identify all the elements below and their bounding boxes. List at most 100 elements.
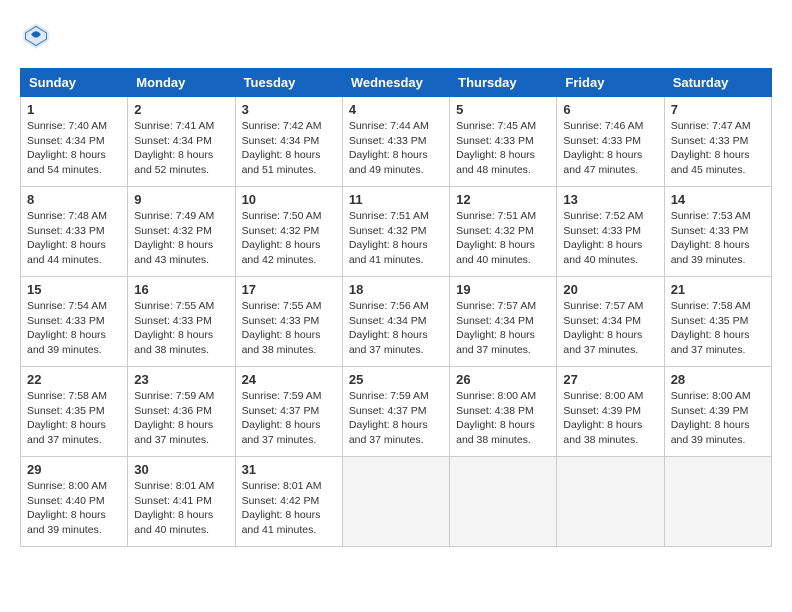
day-cell-7: 7 Sunrise: 7:47 AMSunset: 4:33 PMDaylight… — [664, 97, 771, 187]
day-number: 6 — [563, 102, 657, 117]
day-cell-11: 11 Sunrise: 7:51 AMSunset: 4:32 PMDayligh… — [342, 187, 449, 277]
day-info: Sunrise: 7:47 AMSunset: 4:33 PMDaylight:… — [671, 119, 765, 178]
day-info: Sunrise: 8:01 AMSunset: 4:41 PMDaylight:… — [134, 479, 228, 538]
col-tuesday: Tuesday — [235, 69, 342, 97]
day-cell-6: 6 Sunrise: 7:46 AMSunset: 4:33 PMDaylight… — [557, 97, 664, 187]
day-number: 24 — [242, 372, 336, 387]
day-cell-31: 31 Sunrise: 8:01 AMSunset: 4:42 PMDayligh… — [235, 457, 342, 547]
day-info: Sunrise: 7:57 AMSunset: 4:34 PMDaylight:… — [456, 299, 550, 358]
day-info: Sunrise: 7:41 AMSunset: 4:34 PMDaylight:… — [134, 119, 228, 178]
day-info: Sunrise: 7:49 AMSunset: 4:32 PMDaylight:… — [134, 209, 228, 268]
day-info: Sunrise: 7:56 AMSunset: 4:34 PMDaylight:… — [349, 299, 443, 358]
day-cell-30: 30 Sunrise: 8:01 AMSunset: 4:41 PMDayligh… — [128, 457, 235, 547]
day-cell-18: 18 Sunrise: 7:56 AMSunset: 4:34 PMDayligh… — [342, 277, 449, 367]
day-info: Sunrise: 8:00 AMSunset: 4:40 PMDaylight:… — [27, 479, 121, 538]
day-info: Sunrise: 7:45 AMSunset: 4:33 PMDaylight:… — [456, 119, 550, 178]
day-info: Sunrise: 7:48 AMSunset: 4:33 PMDaylight:… — [27, 209, 121, 268]
calendar-table: Sunday Monday Tuesday Wednesday Thursday… — [20, 68, 772, 547]
day-info: Sunrise: 7:59 AMSunset: 4:36 PMDaylight:… — [134, 389, 228, 448]
day-number: 13 — [563, 192, 657, 207]
calendar-week-row: 15Sunrise: 7:54 AMSunset: 4:33 PMDayligh… — [21, 277, 772, 367]
calendar-week-row: 8 Sunrise: 7:48 AMSunset: 4:33 PMDaylight… — [21, 187, 772, 277]
day-cell-19: 19 Sunrise: 7:57 AMSunset: 4:34 PMDayligh… — [450, 277, 557, 367]
day-info: Sunrise: 8:01 AMSunset: 4:42 PMDaylight:… — [242, 479, 336, 538]
day-cell-3: 3 Sunrise: 7:42 AMSunset: 4:34 PMDaylight… — [235, 97, 342, 187]
day-cell-2: 2 Sunrise: 7:41 AMSunset: 4:34 PMDaylight… — [128, 97, 235, 187]
day-info: Sunrise: 7:54 AMSunset: 4:33 PMDaylight:… — [27, 299, 121, 358]
day-info: Sunrise: 7:44 AMSunset: 4:33 PMDaylight:… — [349, 119, 443, 178]
day-info: Sunrise: 7:53 AMSunset: 4:33 PMDaylight:… — [671, 209, 765, 268]
day-cell-24: 24 Sunrise: 7:59 AMSunset: 4:37 PMDayligh… — [235, 367, 342, 457]
day-cell-12: 12 Sunrise: 7:51 AMSunset: 4:32 PMDayligh… — [450, 187, 557, 277]
day-number: 21 — [671, 282, 765, 297]
day-number: 31 — [242, 462, 336, 477]
day-info: Sunrise: 7:57 AMSunset: 4:34 PMDaylight:… — [563, 299, 657, 358]
day-cell-null — [557, 457, 664, 547]
day-cell-5: 5 Sunrise: 7:45 AMSunset: 4:33 PMDaylight… — [450, 97, 557, 187]
day-number: 9 — [134, 192, 228, 207]
day-info: Sunrise: 7:42 AMSunset: 4:34 PMDaylight:… — [242, 119, 336, 178]
day-cell-10: 10 Sunrise: 7:50 AMSunset: 4:32 PMDayligh… — [235, 187, 342, 277]
day-info: Sunrise: 7:58 AMSunset: 4:35 PMDaylight:… — [671, 299, 765, 358]
day-number: 30 — [134, 462, 228, 477]
day-info: Sunrise: 7:58 AMSunset: 4:35 PMDaylight:… — [27, 389, 121, 448]
day-cell-16: 16 Sunrise: 7:55 AMSunset: 4:33 PMDayligh… — [128, 277, 235, 367]
day-info: Sunrise: 7:46 AMSunset: 4:33 PMDaylight:… — [563, 119, 657, 178]
calendar-week-row: 1Sunrise: 7:40 AMSunset: 4:34 PMDaylight… — [21, 97, 772, 187]
logo — [20, 20, 56, 52]
col-saturday: Saturday — [664, 69, 771, 97]
day-number: 18 — [349, 282, 443, 297]
day-number: 2 — [134, 102, 228, 117]
day-info: Sunrise: 7:50 AMSunset: 4:32 PMDaylight:… — [242, 209, 336, 268]
col-thursday: Thursday — [450, 69, 557, 97]
day-number: 8 — [27, 192, 121, 207]
col-friday: Friday — [557, 69, 664, 97]
calendar-header-row: Sunday Monday Tuesday Wednesday Thursday… — [21, 69, 772, 97]
day-info: Sunrise: 7:59 AMSunset: 4:37 PMDaylight:… — [349, 389, 443, 448]
day-info: Sunrise: 8:00 AMSunset: 4:39 PMDaylight:… — [671, 389, 765, 448]
day-cell-25: 25Sunrise: 7:59 AMSunset: 4:37 PMDayligh… — [342, 367, 449, 457]
day-cell-9: 9 Sunrise: 7:49 AMSunset: 4:32 PMDaylight… — [128, 187, 235, 277]
day-number: 27 — [563, 372, 657, 387]
day-cell-null — [342, 457, 449, 547]
day-number: 19 — [456, 282, 550, 297]
day-number: 3 — [242, 102, 336, 117]
day-info: Sunrise: 7:51 AMSunset: 4:32 PMDaylight:… — [349, 209, 443, 268]
day-cell-17: 17 Sunrise: 7:55 AMSunset: 4:33 PMDayligh… — [235, 277, 342, 367]
day-number: 23 — [134, 372, 228, 387]
day-info: Sunrise: 8:00 AMSunset: 4:38 PMDaylight:… — [456, 389, 550, 448]
day-cell-1: 1Sunrise: 7:40 AMSunset: 4:34 PMDaylight… — [21, 97, 128, 187]
day-number: 17 — [242, 282, 336, 297]
day-number: 11 — [349, 192, 443, 207]
day-cell-28: 28Sunrise: 8:00 AMSunset: 4:39 PMDayligh… — [664, 367, 771, 457]
day-info: Sunrise: 7:51 AMSunset: 4:32 PMDaylight:… — [456, 209, 550, 268]
day-cell-29: 29Sunrise: 8:00 AMSunset: 4:40 PMDayligh… — [21, 457, 128, 547]
day-cell-20: 20 Sunrise: 7:57 AMSunset: 4:34 PMDayligh… — [557, 277, 664, 367]
day-number: 4 — [349, 102, 443, 117]
day-info: Sunrise: 7:55 AMSunset: 4:33 PMDaylight:… — [134, 299, 228, 358]
day-number: 10 — [242, 192, 336, 207]
col-sunday: Sunday — [21, 69, 128, 97]
day-info: Sunrise: 7:59 AMSunset: 4:37 PMDaylight:… — [242, 389, 336, 448]
day-cell-8: 8 Sunrise: 7:48 AMSunset: 4:33 PMDaylight… — [21, 187, 128, 277]
day-number: 5 — [456, 102, 550, 117]
day-cell-null — [450, 457, 557, 547]
day-number: 12 — [456, 192, 550, 207]
day-number: 7 — [671, 102, 765, 117]
day-cell-4: 4 Sunrise: 7:44 AMSunset: 4:33 PMDaylight… — [342, 97, 449, 187]
day-cell-null — [664, 457, 771, 547]
day-cell-23: 23 Sunrise: 7:59 AMSunset: 4:36 PMDayligh… — [128, 367, 235, 457]
day-cell-27: 27 Sunrise: 8:00 AMSunset: 4:39 PMDayligh… — [557, 367, 664, 457]
day-info: Sunrise: 7:52 AMSunset: 4:33 PMDaylight:… — [563, 209, 657, 268]
col-wednesday: Wednesday — [342, 69, 449, 97]
day-number: 16 — [134, 282, 228, 297]
day-number: 1 — [27, 102, 121, 117]
day-info: Sunrise: 8:00 AMSunset: 4:39 PMDaylight:… — [563, 389, 657, 448]
day-cell-21: 21 Sunrise: 7:58 AMSunset: 4:35 PMDayligh… — [664, 277, 771, 367]
day-cell-22: 22Sunrise: 7:58 AMSunset: 4:35 PMDayligh… — [21, 367, 128, 457]
calendar-week-row: 22Sunrise: 7:58 AMSunset: 4:35 PMDayligh… — [21, 367, 772, 457]
day-cell-13: 13 Sunrise: 7:52 AMSunset: 4:33 PMDayligh… — [557, 187, 664, 277]
day-number: 20 — [563, 282, 657, 297]
day-info: Sunrise: 7:55 AMSunset: 4:33 PMDaylight:… — [242, 299, 336, 358]
day-number: 14 — [671, 192, 765, 207]
